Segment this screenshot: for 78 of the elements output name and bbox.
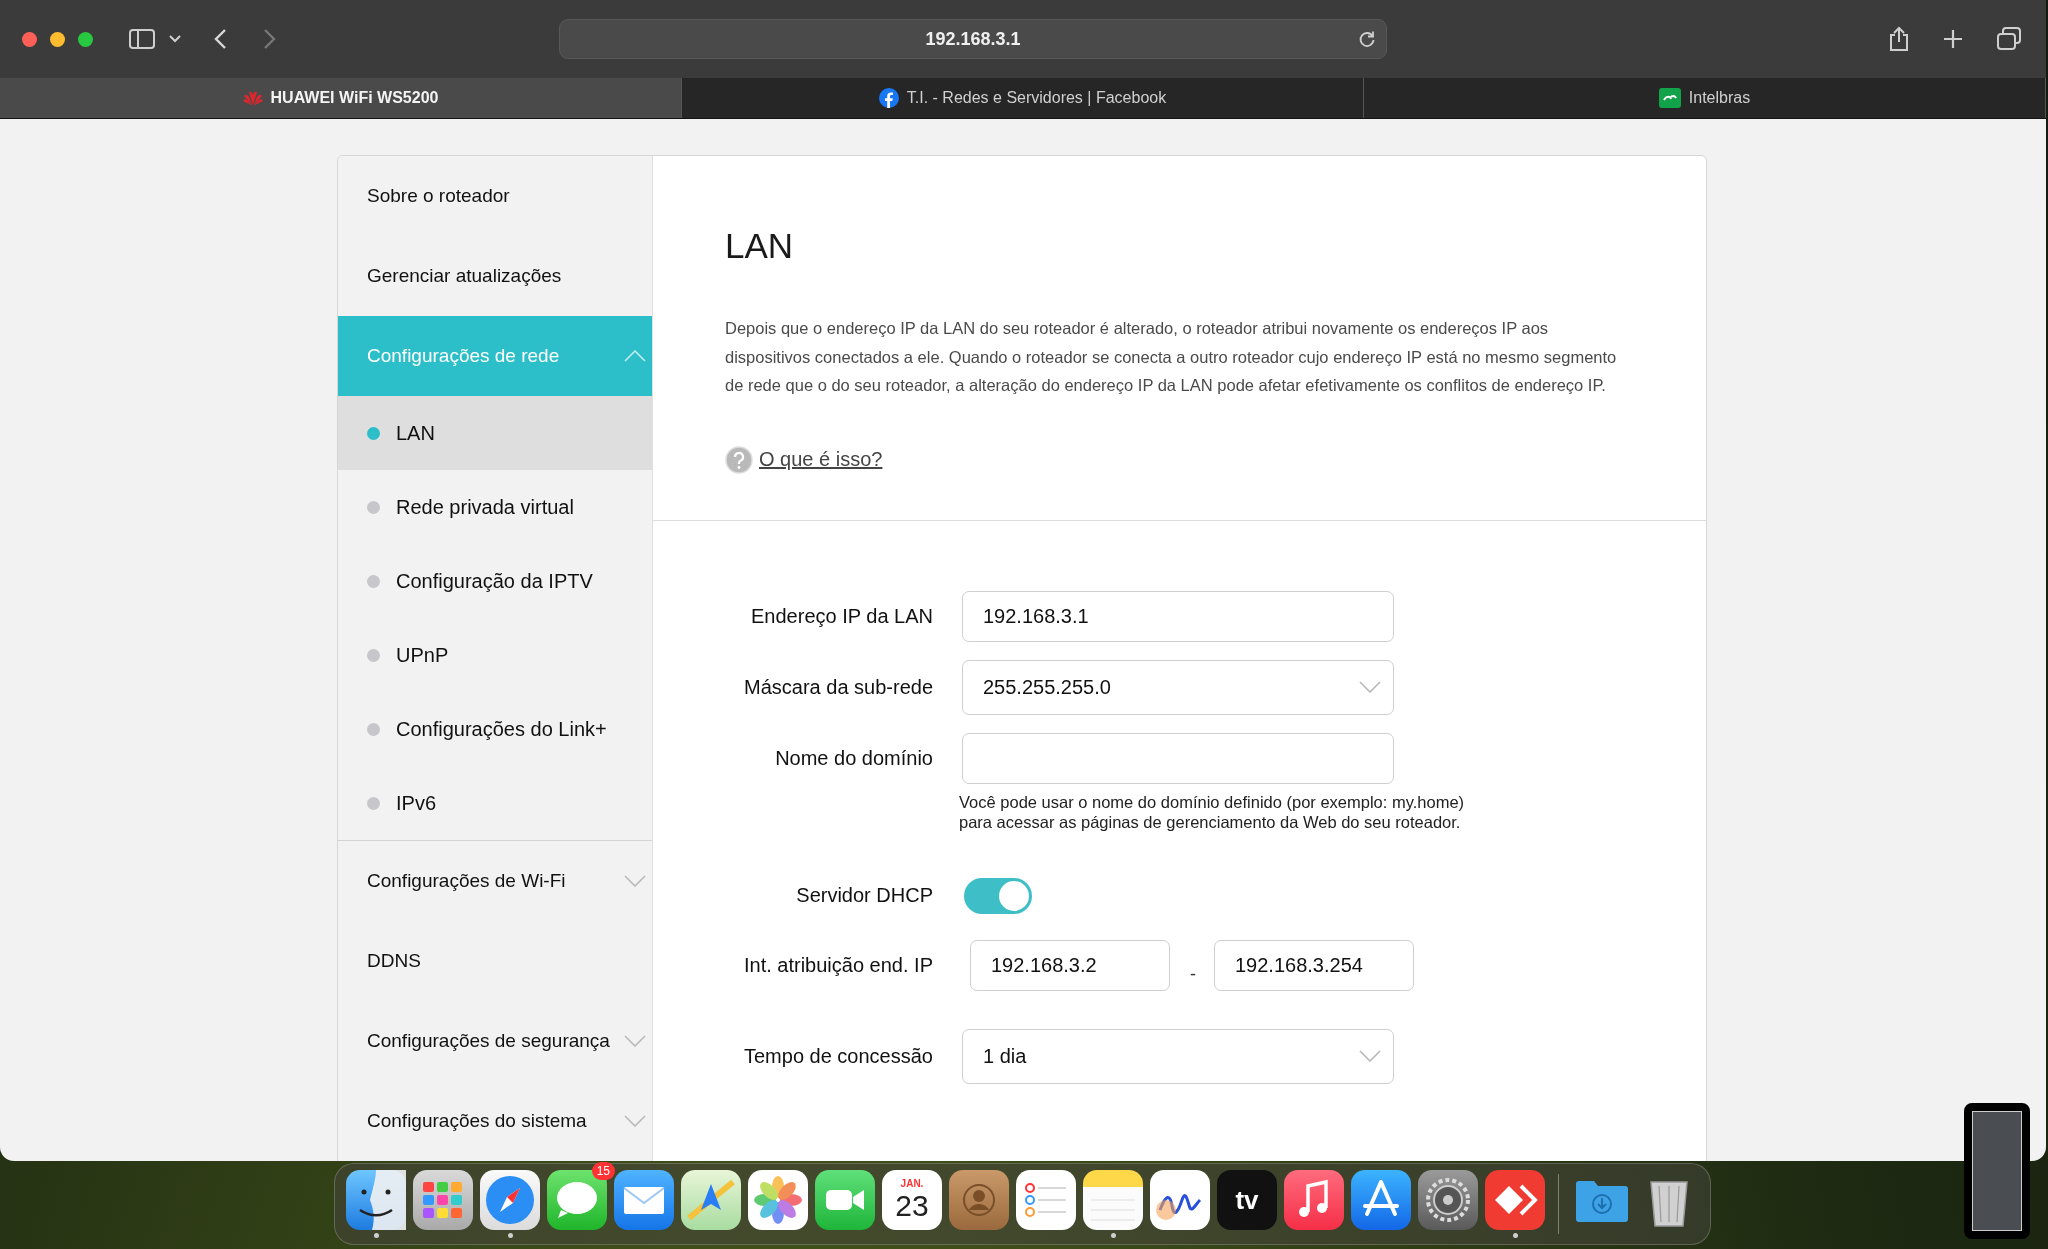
launchpad-grid-icon[interactable] (413, 1170, 473, 1230)
compass-icon[interactable] (480, 1170, 540, 1230)
tab-overview-icon[interactable] (1996, 27, 2022, 51)
minimize-window-button[interactable] (50, 31, 65, 47)
window-thumbnail[interactable] (1964, 1103, 2030, 1239)
toggle-switch[interactable] (964, 877, 1032, 914)
bullet-dot-icon (367, 722, 380, 736)
sidebar-item[interactable]: Configurações de segurança (338, 1001, 652, 1081)
sidebar-subitem[interactable]: Rede privada virtual (338, 470, 652, 544)
bullet-dot-icon (367, 796, 380, 810)
envelope-icon[interactable] (614, 1170, 674, 1230)
hint-text: Você pode usar o nome do domínio definido (por exemplo: my.home) para acessar as páginas de gerenciamento da Web do seu roteador. (959, 791, 1466, 832)
letter-f-logo-icon (878, 88, 899, 108)
field-label: Nome do domínio (774, 746, 934, 770)
bullet-dot-icon (367, 426, 380, 440)
field-label: Endereço IP da LAN (750, 604, 934, 628)
bullet-dot-icon (367, 574, 380, 588)
field-label: Tempo de concessão (743, 1044, 934, 1068)
address-bar[interactable]: 192.168.3.1 (559, 19, 1387, 59)
tv-icon[interactable]: tv (1217, 1170, 1277, 1230)
dropdown-field[interactable]: 1 dia (962, 1028, 1394, 1084)
ac-logo-icon (1658, 88, 1681, 108)
app-store-icon[interactable] (1351, 1170, 1411, 1230)
sidebar-item[interactable]: Sobre o roteador (338, 156, 652, 236)
petal-logo-icon (242, 90, 263, 106)
new-tab-icon[interactable] (1942, 28, 1964, 50)
field-label: Int. atribuição end. IP (743, 953, 934, 977)
notification-badge: 15 (591, 1162, 615, 1180)
flower-icon[interactable] (748, 1170, 808, 1230)
back-button[interactable] (213, 28, 227, 50)
video-camera-icon[interactable] (815, 1170, 875, 1230)
close-window-button[interactable] (22, 31, 37, 47)
text-field[interactable]: 192.168.3.1 (962, 590, 1394, 642)
share-icon[interactable] (1888, 26, 1910, 52)
browser-tab[interactable]: HUAWEI WiFi WS5200 (0, 78, 682, 118)
sidebar-item[interactable]: Gerenciar atualizações (338, 236, 652, 316)
sidebar-item[interactable]: DDNS (338, 921, 652, 1001)
notepad-icon[interactable] (1083, 1170, 1143, 1230)
chevron-down-icon (1359, 681, 1381, 693)
sidebar-subitem[interactable]: LAN (338, 396, 652, 470)
browser-tab[interactable]: Intelbras (1364, 78, 2046, 118)
calendar-month: JAN. (900, 1178, 924, 1190)
browser-tab[interactable]: T.I. - Redes e Servidores | Facebook (682, 78, 1364, 118)
reload-icon[interactable] (1358, 30, 1376, 48)
sidebar-subitem[interactable]: Configurações do Link+ (338, 692, 652, 766)
dropdown-field[interactable]: 255.255.255.0 (962, 659, 1394, 715)
scribble-icon[interactable] (1150, 1170, 1210, 1230)
text-field[interactable]: 192.168.3.2 (970, 939, 1170, 991)
zoom-window-button[interactable] (78, 31, 93, 47)
calendar-day: 23 (895, 1190, 929, 1222)
address-text: 192.168.3.1 (925, 28, 1021, 50)
sidebar-item[interactable]: Configurações do sistema (338, 1081, 652, 1161)
chevron-down-icon[interactable] (169, 35, 181, 43)
sidebar-toggle-icon[interactable] (129, 29, 155, 49)
sidebar-item[interactable]: Configurações de Wi-Fi (338, 841, 652, 921)
chevron-down-icon (1359, 1050, 1381, 1062)
field-label: Servidor DHCP (795, 884, 934, 907)
page-title: LAN (725, 226, 795, 266)
sidebar-subitem[interactable]: Configuração da IPTV (338, 544, 652, 618)
music-note-icon[interactable] (1284, 1170, 1344, 1230)
range-separator: - (1190, 963, 1196, 985)
bullet-dot-icon (367, 648, 380, 662)
gear-icon[interactable] (1418, 1170, 1478, 1230)
sidebar-subitem[interactable]: UPnP (338, 618, 652, 692)
text-field[interactable]: 192.168.3.254 (1214, 939, 1414, 991)
tv-label: tv (1235, 1184, 1259, 1216)
field-label: Máscara da sub-rede (743, 675, 934, 699)
map-icon[interactable] (681, 1170, 741, 1230)
contacts-book-icon[interactable] (949, 1170, 1009, 1230)
description-text: Depois que o endereço IP da LAN do seu roteador é alterado, o roteador atribui novamente os endereços IP aos dispositivos conectados a ele. Quando o roteador se conecta a outro roteador cujo endereço IP está no mesmo segmento de rede que o do seu roteador, a alteração do endereço IP da LAN pode afetar efetivamente os conflitos de endereço IP. (725, 318, 1618, 396)
bullet-dot-icon (367, 500, 380, 514)
help-link[interactable]: O que é isso? (759, 448, 883, 471)
sidebar-subitem[interactable]: IPv6 (338, 766, 652, 840)
text-field[interactable] (962, 732, 1394, 784)
checklist-icon[interactable] (1016, 1170, 1076, 1230)
finder-icon[interactable] (346, 1170, 406, 1230)
question-mark-icon (725, 445, 753, 474)
calendar-icon[interactable]: JAN. 23 (882, 1170, 942, 1230)
